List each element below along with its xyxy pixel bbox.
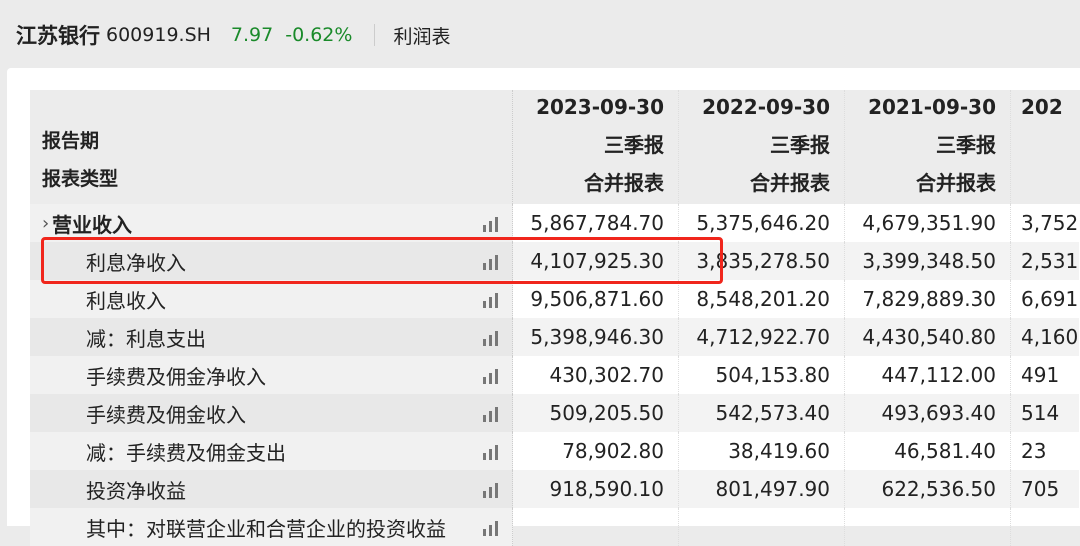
column-type: 合并报表	[584, 171, 664, 195]
report-period-label: 报告期	[42, 130, 100, 152]
value-cell: 447,112.00	[845, 356, 1011, 394]
row-label: 减：利息支出	[30, 318, 513, 356]
bar-chart-icon[interactable]	[483, 217, 498, 232]
column-type: 合并报表	[916, 171, 996, 195]
value-cell: 5,867,784.70	[513, 204, 679, 242]
row-label: 手续费及佣金净收入	[30, 356, 513, 394]
value-cell: 705	[1011, 470, 1079, 508]
table-row[interactable]: 手续费及佣金收入 509,205.50 542,573.40 493,693.40 51…	[30, 394, 1080, 432]
value-cell: 78,902.80	[513, 432, 679, 470]
column-date: 202	[1021, 95, 1063, 119]
value-cell: 4,430,540.80	[845, 318, 1011, 356]
value-cell: 3,752	[1021, 211, 1079, 235]
stock-code: 600919.SH	[106, 24, 211, 46]
value-cell: 4,712,922.70	[679, 318, 845, 356]
table-row[interactable]: › 营业收入 5,867,784.70 5,375,646.20 4,679,351.9…	[30, 204, 1080, 242]
value-cell: 46,581.40	[845, 432, 1011, 470]
column-date: 2022-09-30	[702, 95, 830, 119]
value-cell: 4,160	[1011, 318, 1079, 356]
table-row[interactable]: 利息净收入 4,107,925.30 3,835,278.50 3,399,348.5…	[30, 242, 1080, 280]
column-date: 2021-09-30	[868, 95, 996, 119]
value-cell: 3,399,348.50	[845, 242, 1011, 280]
column-header[interactable]: 202	[1011, 90, 1079, 204]
column-header[interactable]: 2023-09-30 三季报合并报表	[513, 90, 679, 204]
row-label: 投资净收益	[30, 470, 513, 508]
bar-chart-icon[interactable]	[483, 407, 498, 422]
column-header[interactable]: 2021-09-30 三季报合并报表	[845, 90, 1011, 204]
divider	[374, 24, 376, 46]
row-label: › 营业收入	[30, 204, 513, 242]
value-cell: 23	[1021, 439, 1047, 463]
value-cell	[513, 508, 679, 546]
value-cell	[1011, 508, 1079, 546]
table-row[interactable]: 利息收入 9,506,871.60 8,548,201.20 7,829,889.30…	[30, 280, 1080, 318]
label-header: 报告期 报表类型	[30, 90, 513, 204]
row-label: 利息净收入	[30, 242, 513, 280]
value-cell: 38,419.60	[679, 432, 845, 470]
value-cell: 504,153.80	[679, 356, 845, 394]
row-label-text: 利息收入	[86, 288, 166, 313]
value-cell: 430,302.70	[513, 356, 679, 394]
company-name: 江苏银行	[16, 24, 100, 48]
value-cell: 491	[1021, 363, 1060, 387]
table-header: 报告期 报表类型 2023-09-30 三季报合并报表 2022-09-30 三季报合…	[30, 90, 1080, 204]
row-label: 手续费及佣金收入	[30, 394, 513, 432]
bar-chart-icon[interactable]	[483, 483, 498, 498]
row-label-text: 减：手续费及佣金支出	[86, 440, 286, 465]
table-row[interactable]: 减：利息支出 5,398,946.30 4,712,922.70 4,430,540.…	[30, 318, 1080, 356]
row-label-text: 手续费及佣金净收入	[86, 364, 266, 389]
value-cell: 9,506,871.60	[513, 280, 679, 318]
value-cell: 509,205.50	[513, 394, 679, 432]
value-cell: 801,497.90	[679, 470, 845, 508]
value-cell: 4,679,351.90	[845, 204, 1011, 242]
column-period: 三季报	[770, 133, 830, 157]
value-cell: 7,829,889.30	[845, 280, 1011, 318]
column-date: 2023-09-30	[536, 95, 664, 119]
bar-chart-icon[interactable]	[483, 255, 498, 270]
value-cell	[845, 508, 1011, 546]
row-label-text: 投资净收益	[86, 478, 186, 503]
table-row[interactable]: 投资净收益 918,590.10 801,497.90 622,536.50 705	[30, 470, 1080, 508]
row-label-text: 利息净收入	[86, 250, 186, 275]
price-change: -0.62%	[285, 24, 353, 46]
report-type-label: 报表类型	[42, 168, 119, 190]
row-label-text: 手续费及佣金收入	[86, 402, 246, 427]
bar-chart-icon[interactable]	[483, 445, 498, 460]
row-label: 利息收入	[30, 280, 513, 318]
column-period: 三季报	[936, 133, 996, 157]
value-cell: 5,375,646.20	[679, 204, 845, 242]
bar-chart-icon[interactable]	[483, 331, 498, 346]
row-label-text: 其中：对联营企业和合营企业的投资收益	[86, 516, 446, 541]
table-row[interactable]: 其中：对联营企业和合营企业的投资收益	[30, 508, 1080, 546]
value-cell	[679, 508, 845, 546]
value-cell: 3,835,278.50	[679, 242, 845, 280]
value-cell: 2,531	[1011, 242, 1079, 280]
row-label: 减：手续费及佣金支出	[30, 432, 513, 470]
section-title: 利润表	[393, 25, 451, 48]
value-cell: 542,573.40	[679, 394, 845, 432]
value-cell: 918,590.10	[513, 470, 679, 508]
column-header[interactable]: 2022-09-30 三季报合并报表	[679, 90, 845, 204]
value-cell: 4,107,925.30	[513, 242, 679, 280]
row-label-text: 减：利息支出	[86, 326, 206, 351]
value-cell: 514	[1011, 394, 1079, 432]
value-cell: 622,536.50	[845, 470, 1011, 508]
bar-chart-icon[interactable]	[483, 293, 498, 308]
value-cell: 493,693.40	[845, 394, 1011, 432]
bar-chart-icon[interactable]	[483, 521, 498, 536]
table-row[interactable]: 手续费及佣金净收入 430,302.70 504,153.80 447,112.00 4…	[30, 356, 1080, 394]
income-statement-table: 报告期 报表类型 2023-09-30 三季报合并报表 2022-09-30 三季报合…	[30, 90, 1080, 546]
column-type: 合并报表	[750, 171, 830, 195]
value-cell: 8,548,201.20	[679, 280, 845, 318]
chevron-right-icon[interactable]: ›	[42, 213, 49, 234]
value-cell: 6,691	[1021, 287, 1079, 311]
column-period: 三季报	[604, 133, 664, 157]
value-cell: 5,398,946.30	[513, 318, 679, 356]
bar-chart-icon[interactable]	[483, 369, 498, 384]
table-row[interactable]: 减：手续费及佣金支出 78,902.80 38,419.60 46,581.40 23	[30, 432, 1080, 470]
stock-header: 江苏银行 600919.SH 7.97 -0.62% 利润表	[16, 20, 450, 50]
stock-price: 7.97	[230, 24, 274, 46]
row-label: 其中：对联营企业和合营企业的投资收益	[30, 508, 513, 546]
